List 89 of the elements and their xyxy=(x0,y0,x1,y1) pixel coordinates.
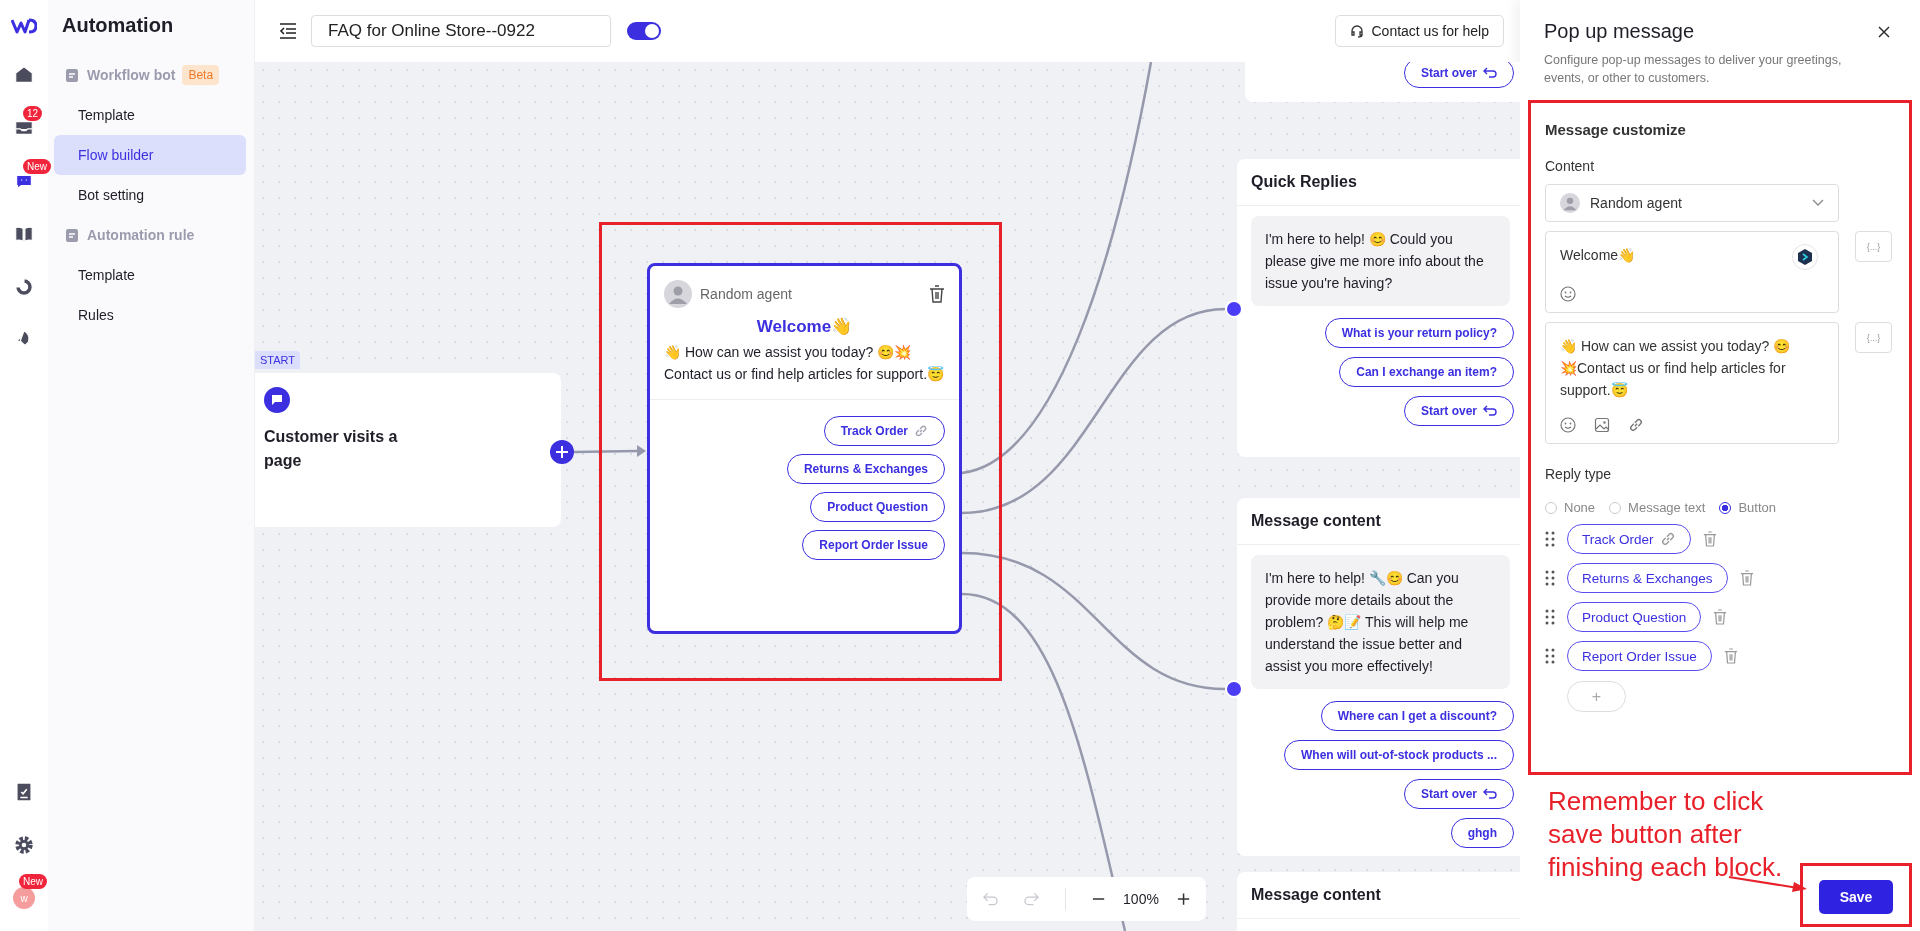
enable-toggle[interactable] xyxy=(627,22,661,40)
reply-button[interactable]: Track Order xyxy=(823,416,945,446)
nav-item[interactable]: Template xyxy=(54,255,246,295)
zoom-in-icon[interactable] xyxy=(1176,892,1190,906)
return-arrow-icon xyxy=(1483,788,1497,800)
reply-button[interactable]: What is your return policy? xyxy=(1324,318,1514,348)
add-step-icon[interactable] xyxy=(550,440,574,464)
help-button[interactable]: Contact us for help xyxy=(1335,15,1504,47)
card-heading: Welcome👋 xyxy=(755,316,854,337)
message-bubble: I'm here to help! 🔧😊 Can you provide more details about the problem? 🤔📝 This will help me understand the issue better and assist you more effectively! xyxy=(1251,555,1510,689)
avatar-icon xyxy=(664,280,692,308)
flow-node[interactable] xyxy=(1237,498,1520,856)
section-heading: Message customize xyxy=(1545,121,1687,138)
panel-title: Pop up message xyxy=(1544,20,1695,43)
nav-item[interactable]: Flow builder xyxy=(54,135,246,175)
window-icon xyxy=(64,227,80,243)
nav-item[interactable]: Template xyxy=(54,95,246,135)
reply-type-radio[interactable]: Button xyxy=(1719,500,1776,515)
reply-button[interactable]: Report Order Issue xyxy=(802,530,945,560)
flow-node[interactable]: Message content xyxy=(1237,872,1520,931)
drag-handle-icon[interactable] xyxy=(1545,570,1555,586)
image-icon[interactable] xyxy=(1594,417,1610,433)
reply-button-chip[interactable]: Product Question xyxy=(1567,602,1702,632)
nav-item[interactable]: Rules xyxy=(54,295,246,335)
nav-item[interactable]: Bot setting xyxy=(54,175,246,215)
chevron-down-icon xyxy=(1812,199,1824,207)
node-title: Customer visits a page xyxy=(264,427,399,471)
start-tag: START xyxy=(255,351,301,369)
reply-button-chip[interactable]: Returns & Exchanges xyxy=(1567,563,1728,593)
field-label: Reply type xyxy=(1545,466,1613,482)
notification-badge: New xyxy=(19,874,47,889)
clipboard-icon xyxy=(64,67,80,83)
message-bubble: I'm here to help! 😊 Could you please give me more info about the issue you're having? xyxy=(1251,216,1510,306)
connection-dot[interactable] xyxy=(1225,680,1243,698)
logo-icon xyxy=(11,18,37,34)
drag-handle-icon[interactable] xyxy=(1545,609,1555,625)
collapse-menu-icon[interactable] xyxy=(279,23,297,39)
card-message: 👋 How can we assist you today? 😊💥 Contact us or find help articles for support.😇 xyxy=(650,337,959,400)
settings-icon[interactable] xyxy=(13,834,35,856)
connection-dot[interactable] xyxy=(1225,300,1243,318)
agent-name: Random agent xyxy=(700,286,792,302)
reply-button-chip[interactable]: Report Order Issue xyxy=(1567,641,1712,671)
message-card[interactable]: Random agent Welcome👋 👋 How can we assist you today? 😊💥 Contact us or find help articles for support.😇 Track Order Returns & Exchanges Product Question Report Order Issue xyxy=(647,263,962,634)
assistant-badge-icon[interactable] xyxy=(1792,244,1818,270)
flow-node[interactable]: Quick Replies I'm here to help! 😊 Could you please give me more info about the issue you're having? What is your return policy? Can I exchange an item? Start over xyxy=(1237,159,1520,457)
notification-badge: 12 xyxy=(23,106,43,121)
reply-button[interactable]: Start over xyxy=(1403,779,1514,809)
emoji-icon[interactable] xyxy=(1560,417,1576,433)
reply-button[interactable]: Start over xyxy=(1403,62,1514,88)
reply-button-chip[interactable]: Track Order xyxy=(1567,524,1691,554)
reply-button[interactable]: When will out-of-stock products ... xyxy=(1284,740,1514,770)
drag-handle-icon[interactable] xyxy=(1545,648,1555,664)
donut-chart-icon[interactable] xyxy=(13,276,35,298)
drag-handle-icon[interactable] xyxy=(1545,531,1555,547)
link-icon[interactable] xyxy=(1628,417,1644,433)
section-title: Automation xyxy=(61,14,175,37)
zoom-level: 100% xyxy=(1123,891,1159,907)
save-button[interactable]: Save xyxy=(1819,880,1893,914)
headset-icon xyxy=(1350,24,1365,38)
reply-button[interactable]: Start over xyxy=(1403,396,1514,426)
annotation-text: Remember to click save button after finishing each block. xyxy=(1547,785,1784,884)
group-label: Automation rule xyxy=(87,227,195,243)
chat-icon xyxy=(264,387,290,413)
notification-badge: New xyxy=(23,159,51,174)
return-arrow-icon xyxy=(1483,405,1497,417)
trigger-node[interactable]: Customer visits a page xyxy=(255,373,561,527)
reply-type-radio[interactable]: Message text xyxy=(1609,500,1706,515)
return-arrow-icon xyxy=(1483,67,1497,79)
group-label: Workflow bot xyxy=(87,67,176,83)
flow-name-field[interactable]: FAQ for Online Store--0922 xyxy=(311,15,611,47)
reply-button[interactable]: ghgh xyxy=(1450,818,1514,848)
panel-description: Configure pop-up messages to deliver your greetings, events, or other to customers. xyxy=(1543,52,1843,87)
trash-icon[interactable] xyxy=(929,285,945,303)
reply-button[interactable]: Can I exchange an item? xyxy=(1339,357,1514,387)
beta-badge: Beta xyxy=(182,65,220,85)
reply-type-radio[interactable]: None xyxy=(1545,500,1596,515)
flow-node[interactable]: Start over xyxy=(1245,62,1520,102)
message-field[interactable]: 👋 How can we assist you today? 😊 💥Contact us or find help articles for support.😇 xyxy=(1545,322,1839,444)
link-icon xyxy=(1659,531,1676,547)
close-icon[interactable] xyxy=(1878,25,1890,38)
avatar-icon xyxy=(1560,193,1580,213)
emoji-icon[interactable] xyxy=(1560,286,1576,302)
link-icon xyxy=(914,424,928,438)
reply-button[interactable]: Where can I get a discount? xyxy=(1320,701,1514,731)
agent-select[interactable]: Random agent xyxy=(1545,184,1839,222)
field-label: Content xyxy=(1545,158,1596,174)
reply-button[interactable]: Product Question xyxy=(810,492,945,522)
greeting-field[interactable]: Welcome👋 xyxy=(1545,231,1839,313)
reply-button[interactable]: Returns & Exchanges xyxy=(786,454,945,484)
